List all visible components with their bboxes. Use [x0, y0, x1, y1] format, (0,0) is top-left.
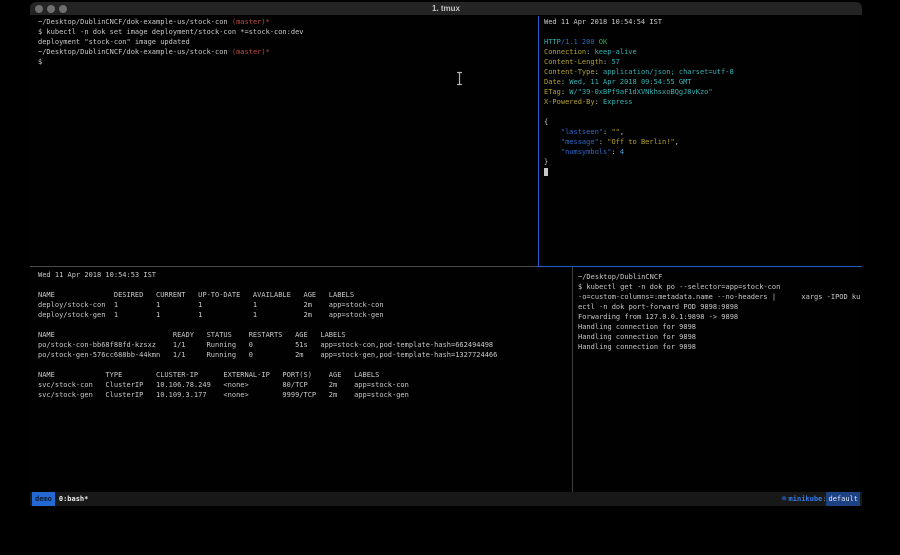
terminal-line: "lastseen": "", [544, 127, 860, 137]
terminal-line: svc/stock-gen ClusterIP 10.109.3.177 <no… [38, 390, 570, 400]
terminal-line: svc/stock-con ClusterIP 10.106.78.249 <n… [38, 380, 570, 390]
terminal-line [544, 107, 860, 117]
terminal-line: po/stock-con-bb68f88fd-kzsxz 1/1 Running… [38, 340, 570, 350]
pane-divider-vertical-bottom[interactable] [572, 267, 573, 492]
terminal-line: Connection: keep-alive [544, 47, 860, 57]
terminal-line: Date: Wed, 11 Apr 2018 09:54:55 GMT [544, 77, 860, 87]
terminal-line: "numsymbols": 4 [544, 147, 860, 157]
pane-top-right-http-response[interactable]: Wed 11 Apr 2018 10:54:54 IST HTTP/1.1 200… [544, 17, 860, 265]
kube-status: ☸ minikube : default [782, 492, 860, 506]
window-title: 1. tmux [30, 4, 862, 13]
terminal-line: ectl -n dok port-forward POD 9898:9898 [578, 302, 860, 312]
pane-divider-horizontal-left[interactable] [30, 266, 538, 267]
terminal-line: ~/Desktop/DublinCNCF/dok-example-us/stoc… [38, 47, 536, 57]
pane-bottom-right-port-forward[interactable]: ~/Desktop/DublinCNCF$ kubectl get -n dok… [578, 272, 860, 490]
screen-background: 1. tmux ~/Desktop/DublinCNCF/dok-example… [0, 0, 900, 555]
terminal-line: ~/Desktop/DublinCNCF/dok-example-us/stoc… [38, 17, 536, 27]
tmux-status-bar: demo 0:bash* ☸ minikube : default [30, 492, 862, 506]
window-titlebar[interactable]: 1. tmux [30, 2, 862, 16]
terminal-line: X-Powered-By: Express [544, 97, 860, 107]
terminal-cursor [544, 168, 548, 176]
terminal-line: $ kubectl -n dok set image deployment/st… [38, 27, 536, 37]
terminal-line: $ kubectl get -n dok po --selector=app=s… [578, 282, 860, 292]
pane-top-left-shell[interactable]: ~/Desktop/DublinCNCF/dok-example-us/stoc… [38, 17, 536, 265]
terminal-line: HTTP/1.1 200 OK [544, 37, 860, 47]
terminal-line: NAME TYPE CLUSTER-IP EXTERNAL-IP PORT(S)… [38, 370, 570, 380]
window-list-item[interactable]: 0:bash* [59, 493, 89, 505]
terminal-line [38, 360, 570, 370]
terminal-line: ETag: W/"39-0xBPf9aF1dXVNkhsxoBQgJ8vKzo" [544, 87, 860, 97]
terminal-line: Content-Type: application/json; charset=… [544, 67, 860, 77]
terminal-line: } [544, 157, 860, 167]
terminal-window: 1. tmux ~/Desktop/DublinCNCF/dok-example… [30, 2, 862, 512]
terminal-line: deploy/stock-gen 1 1 1 1 2m app=stock-ge… [38, 310, 570, 320]
terminal-line: Content-Length: 57 [544, 57, 860, 67]
terminal-line: Handling connection for 9898 [578, 342, 860, 352]
terminal-line: Forwarding from 127.0.0.1:9898 -> 9898 [578, 312, 860, 322]
session-name-badge[interactable]: demo [32, 492, 55, 506]
terminal-line: "message": "Off to Berlin!", [544, 137, 860, 147]
pane-bottom-left-kubectl-watch[interactable]: Wed 11 Apr 2018 10:54:53 IST NAME DESIRED… [38, 270, 570, 490]
terminal-line: deploy/stock-con 1 1 1 1 2m app=stock-co… [38, 300, 570, 310]
mouse-ibeam-cursor [455, 71, 464, 86]
tmux-terminal: ~/Desktop/DublinCNCF/dok-example-us/stoc… [30, 16, 862, 492]
terminal-line: Wed 11 Apr 2018 10:54:53 IST [38, 270, 570, 280]
terminal-line: Handling connection for 9898 [578, 332, 860, 342]
terminal-line [544, 27, 860, 37]
kubernetes-icon: ☸ [782, 493, 787, 505]
terminal-line: deployment "stock-con" image updated [38, 37, 536, 47]
terminal-line: ~/Desktop/DublinCNCF [578, 272, 860, 282]
terminal-line: $ [38, 57, 536, 67]
terminal-line: Wed 11 Apr 2018 10:54:54 IST [544, 17, 860, 27]
terminal-line: po/stock-gen-576cc688bb-44kmn 1/1 Runnin… [38, 350, 570, 360]
terminal-line: NAME DESIRED CURRENT UP-TO-DATE AVAILABL… [38, 290, 570, 300]
terminal-line: Handling connection for 9898 [578, 322, 860, 332]
terminal-line [38, 280, 570, 290]
kube-namespace: default [826, 492, 860, 506]
terminal-line: -o=custom-columns=:metadata.name --no-he… [578, 292, 860, 302]
status-bar-left: demo 0:bash* [32, 492, 88, 506]
terminal-line [38, 320, 570, 330]
terminal-line: { [544, 117, 860, 127]
pane-divider-vertical-top-active[interactable] [538, 16, 539, 266]
kube-context: minikube [789, 493, 823, 505]
pane-divider-horizontal-right-active[interactable] [538, 266, 862, 267]
terminal-line: NAME READY STATUS RESTARTS AGE LABELS [38, 330, 570, 340]
